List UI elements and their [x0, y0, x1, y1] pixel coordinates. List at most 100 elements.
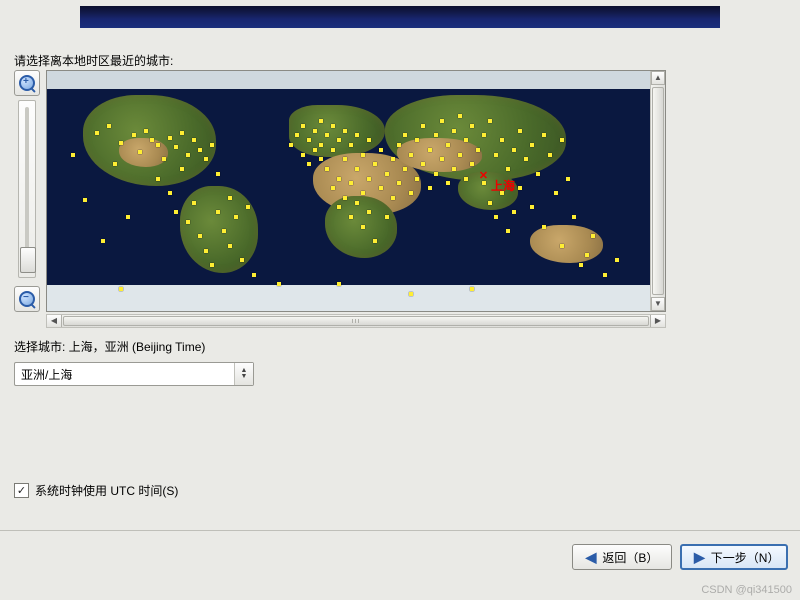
back-button[interactable]: ◀ 返回（B） [572, 544, 672, 570]
city-dot[interactable] [361, 153, 365, 157]
city-dot[interactable] [174, 210, 178, 214]
city-dot[interactable] [325, 133, 329, 137]
city-dot[interactable] [470, 287, 474, 291]
city-dot[interactable] [428, 148, 432, 152]
city-dot[interactable] [524, 157, 528, 161]
city-dot[interactable] [319, 157, 323, 161]
city-dot[interactable] [331, 186, 335, 190]
city-dot[interactable] [277, 282, 281, 286]
city-dot[interactable] [331, 124, 335, 128]
scroll-down-button[interactable]: ▼ [651, 297, 665, 311]
city-dot[interactable] [180, 167, 184, 171]
city-dot[interactable] [530, 143, 534, 147]
city-dot[interactable] [446, 143, 450, 147]
city-dot[interactable] [246, 205, 250, 209]
city-dot[interactable] [591, 234, 595, 238]
city-dot[interactable] [530, 205, 534, 209]
city-dot[interactable] [566, 177, 570, 181]
city-dot[interactable] [548, 153, 552, 157]
city-dot[interactable] [301, 153, 305, 157]
city-dot[interactable] [397, 181, 401, 185]
city-dot[interactable] [506, 229, 510, 233]
city-dot[interactable] [198, 148, 202, 152]
city-dot[interactable] [615, 258, 619, 262]
city-dot[interactable] [470, 162, 474, 166]
city-dot[interactable] [440, 157, 444, 161]
city-dot[interactable] [307, 162, 311, 166]
city-dot[interactable] [313, 129, 317, 133]
city-dot[interactable] [210, 263, 214, 267]
city-dot[interactable] [542, 225, 546, 229]
timezone-combobox[interactable]: 亚洲/上海 ▲ ▼ [14, 362, 254, 386]
city-dot[interactable] [391, 196, 395, 200]
city-dot[interactable] [518, 186, 522, 190]
city-dot[interactable] [228, 196, 232, 200]
city-dot[interactable] [494, 153, 498, 157]
city-dot[interactable] [572, 215, 576, 219]
city-dot[interactable] [83, 198, 87, 202]
map-vertical-scrollbar[interactable]: ▲ ▼ [650, 71, 665, 311]
city-dot[interactable] [337, 282, 341, 286]
city-dot[interactable] [397, 143, 401, 147]
city-dot[interactable] [458, 114, 462, 118]
city-dot[interactable] [349, 181, 353, 185]
city-dot[interactable] [210, 143, 214, 147]
city-dot[interactable] [95, 131, 99, 135]
city-dot[interactable] [434, 172, 438, 176]
city-dot[interactable] [446, 181, 450, 185]
city-dot[interactable] [488, 201, 492, 205]
city-dot[interactable] [415, 138, 419, 142]
city-dot[interactable] [204, 157, 208, 161]
city-dot[interactable] [337, 177, 341, 181]
city-dot[interactable] [71, 153, 75, 157]
city-dot[interactable] [343, 157, 347, 161]
city-dot[interactable] [554, 191, 558, 195]
city-dot[interactable] [307, 138, 311, 142]
city-dot[interactable] [313, 148, 317, 152]
city-dot[interactable] [464, 177, 468, 181]
city-dot[interactable] [216, 210, 220, 214]
city-dot[interactable] [186, 153, 190, 157]
utc-checkbox[interactable]: ✓ [14, 483, 29, 498]
city-dot[interactable] [458, 153, 462, 157]
city-dot[interactable] [186, 220, 190, 224]
city-dot[interactable] [494, 215, 498, 219]
city-dot[interactable] [355, 133, 359, 137]
city-dot[interactable] [331, 148, 335, 152]
city-dot[interactable] [252, 273, 256, 277]
city-dot[interactable] [156, 177, 160, 181]
next-button[interactable]: ▶ 下一步（N） [680, 544, 788, 570]
city-dot[interactable] [391, 157, 395, 161]
city-dot[interactable] [132, 133, 136, 137]
city-dot[interactable] [579, 263, 583, 267]
city-dot[interactable] [156, 143, 160, 147]
city-dot[interactable] [337, 205, 341, 209]
city-dot[interactable] [337, 138, 341, 142]
city-dot[interactable] [385, 172, 389, 176]
city-dot[interactable] [355, 201, 359, 205]
zoom-out-button[interactable]: − [14, 286, 40, 312]
city-dot[interactable] [415, 177, 419, 181]
city-dot[interactable] [409, 292, 413, 296]
city-dot[interactable] [518, 129, 522, 133]
city-dot[interactable] [144, 129, 148, 133]
city-dot[interactable] [228, 244, 232, 248]
city-dot[interactable] [107, 124, 111, 128]
scroll-right-button[interactable]: ▶ [650, 315, 665, 327]
city-dot[interactable] [367, 138, 371, 142]
city-dot[interactable] [138, 150, 142, 154]
city-dot[interactable] [101, 239, 105, 243]
city-dot[interactable] [162, 157, 166, 161]
city-dot[interactable] [373, 162, 377, 166]
city-dot[interactable] [198, 234, 202, 238]
city-dot[interactable] [542, 133, 546, 137]
map-horizontal-scrollbar[interactable]: ◀ ▶ [46, 314, 666, 328]
city-dot[interactable] [512, 148, 516, 152]
city-dot[interactable] [113, 162, 117, 166]
city-dot[interactable] [192, 138, 196, 142]
city-dot[interactable] [349, 215, 353, 219]
city-dot[interactable] [204, 249, 208, 253]
city-dot[interactable] [325, 167, 329, 171]
city-dot[interactable] [295, 133, 299, 137]
city-dot[interactable] [482, 133, 486, 137]
